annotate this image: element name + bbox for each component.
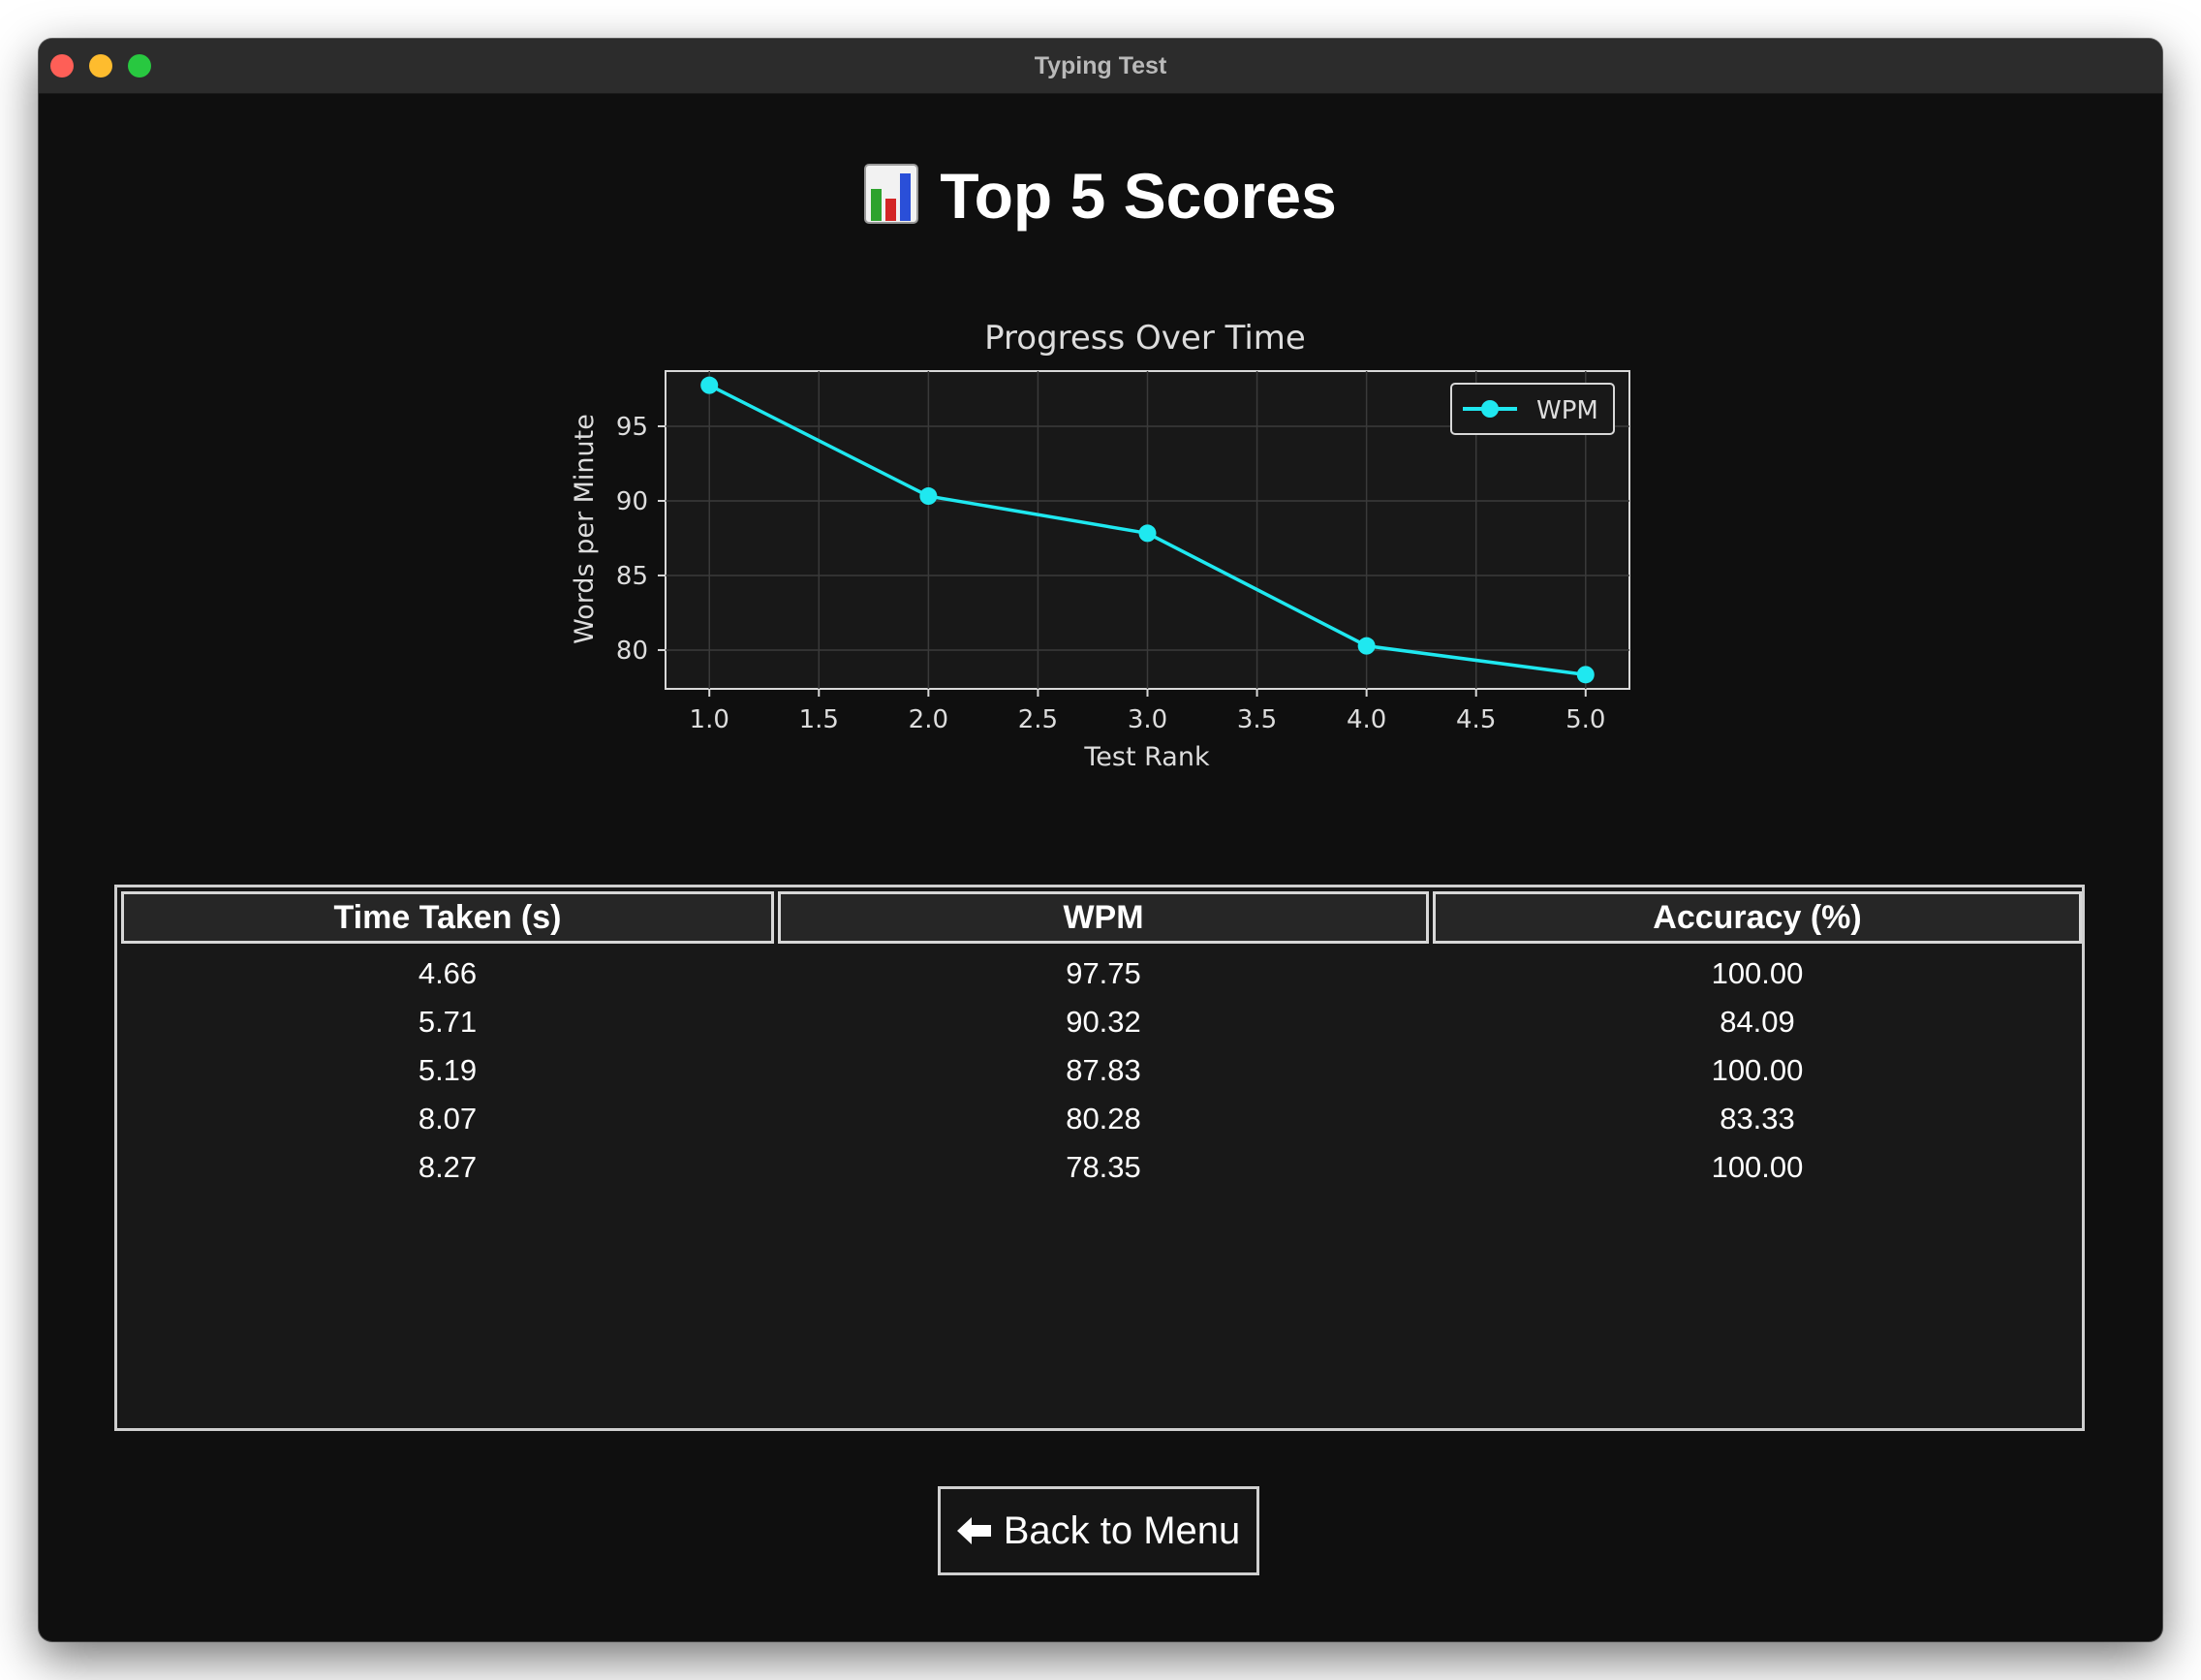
legend: WPM xyxy=(1450,383,1615,435)
wpm-cell: 78.35 xyxy=(1066,1150,1141,1184)
app-window: Typing Test Top 5 Scores Progress Over T… xyxy=(39,39,2162,1641)
table-row[interactable]: 4.66 97.75 100.00 xyxy=(117,949,2082,998)
x-tick-label: 3.0 xyxy=(1128,705,1167,734)
scores-table: Time Taken (s) WPM Accuracy (%) 4.66 97.… xyxy=(114,885,2085,1431)
time-cell: 5.71 xyxy=(418,1005,478,1039)
data-point xyxy=(919,487,938,506)
table-row[interactable]: 8.07 80.28 83.33 xyxy=(117,1095,2082,1143)
column-header-accuracy[interactable]: Accuracy (%) xyxy=(1433,891,2082,944)
x-tick-label: 2.5 xyxy=(1018,705,1058,734)
table-row[interactable]: 8.27 78.35 100.00 xyxy=(117,1143,2082,1192)
x-tick-label: 1.0 xyxy=(690,705,729,734)
x-tick-label: 4.0 xyxy=(1347,705,1386,734)
column-header-wpm[interactable]: WPM xyxy=(778,891,1429,944)
wpm-cell: 90.32 xyxy=(1066,1005,1141,1039)
accuracy-cell: 100.00 xyxy=(1711,1150,1804,1184)
data-point xyxy=(700,376,719,394)
wpm-cell: 80.28 xyxy=(1066,1102,1141,1136)
x-tick-label: 5.0 xyxy=(1566,705,1605,734)
chart-title: Progress Over Time xyxy=(984,319,1306,358)
x-tick-label: 1.5 xyxy=(799,705,839,734)
back-to-menu-button[interactable]: Back to Menu xyxy=(938,1486,1259,1575)
data-point xyxy=(1357,637,1376,655)
column-header-time[interactable]: Time Taken (s) xyxy=(121,891,774,944)
table-row[interactable]: 5.19 87.83 100.00 xyxy=(117,1046,2082,1095)
legend-label: WPM xyxy=(1536,396,1598,425)
arrow-left-icon xyxy=(956,1517,991,1544)
accuracy-cell: 100.00 xyxy=(1711,1053,1804,1087)
data-point xyxy=(1138,524,1157,543)
x-tick-label: 2.0 xyxy=(909,705,948,734)
wpm-cell: 97.75 xyxy=(1066,956,1141,990)
accuracy-cell: 100.00 xyxy=(1711,956,1804,990)
time-cell: 8.27 xyxy=(418,1150,478,1184)
y-axis-label: Words per Minute xyxy=(570,414,600,644)
y-tick-label: 85 xyxy=(616,562,648,591)
progress-chart: Progress Over Time 1.0 1.5 2.0 2.5 3.0 3.5 4.0… xyxy=(570,319,1630,772)
accuracy-cell: 84.09 xyxy=(1720,1005,1795,1039)
x-axis-label: Test Rank xyxy=(1083,742,1210,772)
time-cell: 5.19 xyxy=(418,1053,478,1087)
x-tick-label: 4.5 xyxy=(1456,705,1496,734)
table-row[interactable]: 5.71 90.32 84.09 xyxy=(117,998,2082,1046)
y-tick-label: 80 xyxy=(616,637,648,666)
time-cell: 4.66 xyxy=(418,956,478,990)
x-tick-label: 3.5 xyxy=(1237,705,1277,734)
y-tick-label: 95 xyxy=(616,413,648,442)
y-tick-label: 90 xyxy=(616,487,648,516)
data-point xyxy=(1576,666,1595,684)
accuracy-cell: 83.33 xyxy=(1720,1102,1795,1136)
wpm-cell: 87.83 xyxy=(1066,1053,1141,1087)
legend-marker xyxy=(1481,400,1499,418)
back-button-label: Back to Menu xyxy=(1003,1509,1241,1552)
time-cell: 8.07 xyxy=(418,1102,478,1136)
